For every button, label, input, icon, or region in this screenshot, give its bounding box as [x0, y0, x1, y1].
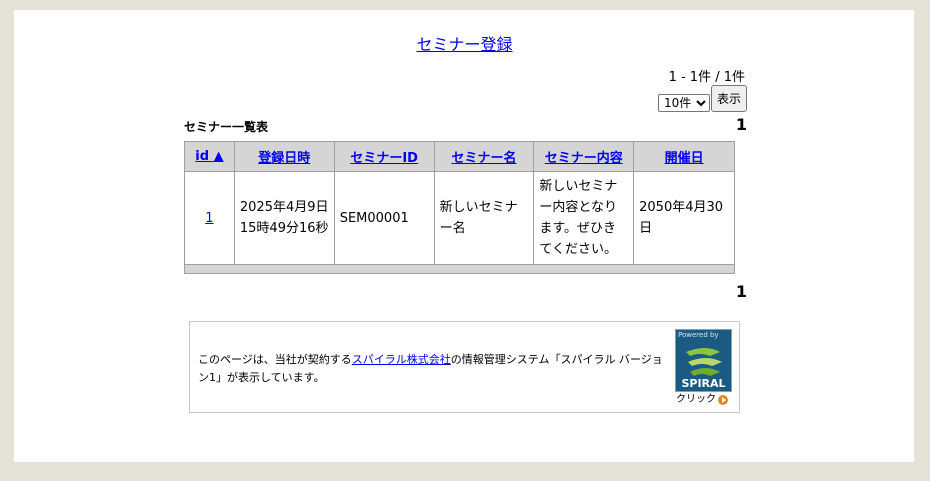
notice-text-before: このページは、当社が契約する — [198, 353, 352, 366]
spiral-badge-link[interactable]: Powered by SPIRAL クリック — [675, 329, 732, 407]
table-header-row: id ▲ 登録日時 セミナーID セミナー名 セミナー内容 開催日 — [184, 141, 735, 172]
paging-controls: 10件 表示 — [657, 85, 747, 112]
badge-click-label: クリック — [676, 394, 716, 405]
per-page-select[interactable]: 10件 — [657, 94, 710, 112]
table-footer-cell — [184, 264, 735, 274]
sort-id-link[interactable]: id ▲ — [195, 149, 223, 164]
page-number-top: 1 — [735, 115, 747, 134]
cell-seminar-id: SEM00001 — [333, 171, 435, 265]
cell-date: 2050年4月30日 — [633, 171, 735, 265]
spiral-company-link[interactable]: スパイラル株式会社 — [352, 353, 451, 366]
page-number-bottom: 1 — [735, 282, 747, 301]
paging-info: 1 - 1件 / 1件 — [668, 70, 745, 85]
sort-seminar-content-link[interactable]: セミナー内容 — [545, 151, 623, 166]
sort-registered-link[interactable]: 登録日時 — [258, 151, 310, 166]
table-footer-row — [184, 264, 735, 274]
page-title-row: セミナー登録 — [184, 31, 745, 55]
spiral-logo-text: SPIRAL — [681, 377, 726, 390]
col-header-registered: 登録日時 — [233, 141, 335, 172]
seminar-table: id ▲ 登録日時 セミナーID セミナー名 セミナー内容 開催日 1 2025… — [184, 141, 735, 274]
cell-registered-at: 2025年4月9日 15時49分16秒 — [233, 171, 335, 265]
arrow-right-icon — [718, 395, 728, 405]
provider-notice: このページは、当社が契約するスパイラル株式会社の情報管理システム「スパイラル バ… — [189, 321, 740, 413]
spiral-logo: Powered by SPIRAL — [675, 329, 732, 392]
table-row: 1 2025年4月9日 15時49分16秒 SEM00001 新しいセミナー名 … — [184, 171, 735, 265]
sort-date-link[interactable]: 開催日 — [665, 151, 704, 166]
list-title: セミナー一覧表 — [184, 120, 269, 134]
seminar-register-link[interactable]: セミナー登録 — [416, 35, 512, 54]
show-button[interactable]: 表示 — [710, 85, 747, 112]
cell-seminar-name: 新しいセミナー名 — [433, 171, 535, 265]
cell-seminar-content: 新しいセミナー内容となります。ぜひきてください。 — [533, 171, 635, 265]
col-header-seminar-name: セミナー名 — [433, 141, 535, 172]
sort-seminar-name-link[interactable]: セミナー名 — [451, 151, 516, 166]
row-id-link[interactable]: 1 — [205, 211, 213, 226]
notice-text: このページは、当社が契約するスパイラル株式会社の情報管理システム「スパイラル バ… — [198, 351, 668, 387]
col-header-seminar-content: セミナー内容 — [533, 141, 635, 172]
col-header-seminar-id: セミナーID — [333, 141, 435, 172]
col-header-date: 開催日 — [633, 141, 735, 172]
powered-by-label: Powered by — [678, 331, 719, 339]
col-header-id: id ▲ — [184, 141, 235, 172]
sort-seminar-id-link[interactable]: セミナーID — [350, 151, 418, 166]
badge-click-row: クリック — [675, 393, 732, 407]
page-container: セミナー登録 1 - 1件 / 1件 10件 表示 セミナー一覧表 1 id ▲… — [14, 10, 914, 462]
cell-id: 1 — [184, 171, 235, 265]
